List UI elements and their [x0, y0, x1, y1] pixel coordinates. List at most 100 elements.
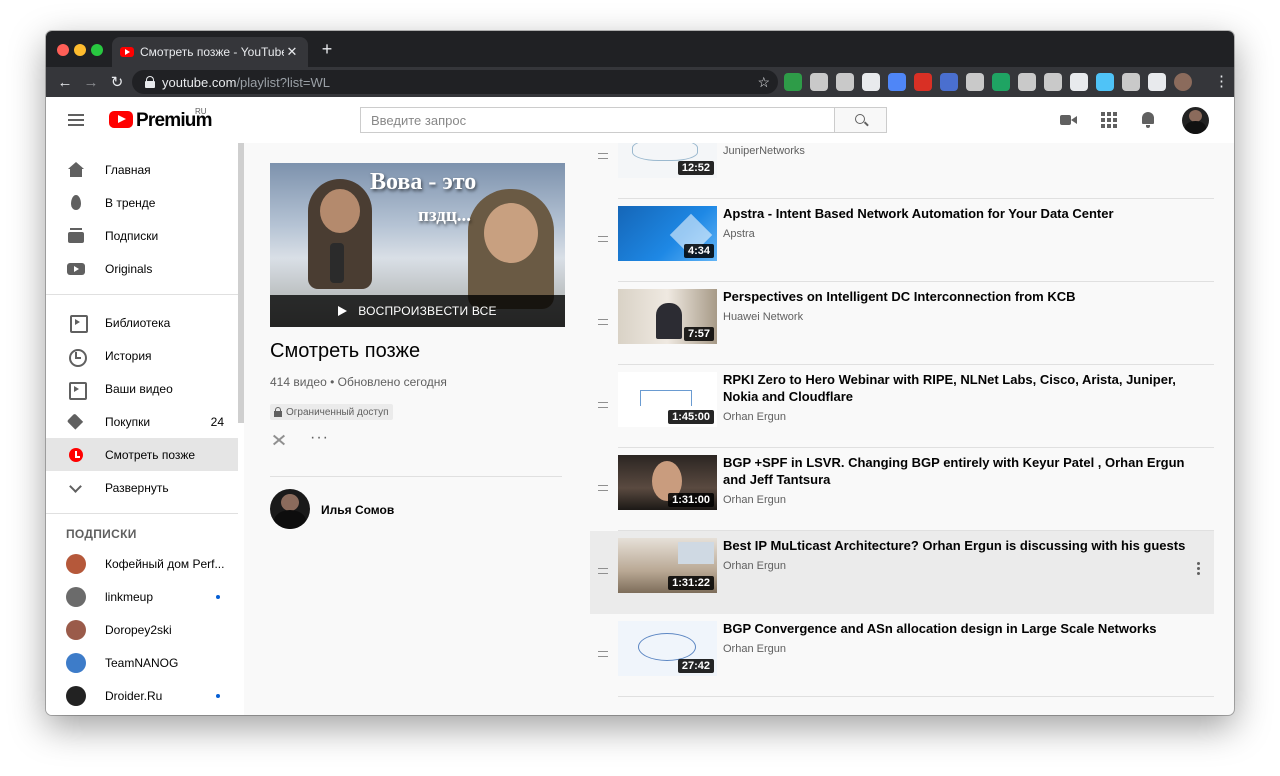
more-options-icon[interactable]: ···: [310, 429, 329, 447]
new-tab-button[interactable]: +: [318, 40, 336, 58]
privacy-label: Ограниченный доступ: [286, 406, 389, 418]
video-thumbnail[interactable]: 27:42: [618, 621, 717, 676]
youtube-logo-icon[interactable]: [109, 111, 133, 128]
video-title[interactable]: Apstra - Intent Based Network Automation…: [723, 206, 1193, 223]
search-button[interactable]: [834, 107, 887, 133]
close-tab-icon[interactable]: ✕: [284, 44, 300, 60]
sidebar-item-home[interactable]: Главная: [46, 153, 238, 186]
extension-icon[interactable]: [1070, 73, 1088, 91]
video-channel[interactable]: Apstra: [723, 228, 755, 240]
video-title[interactable]: Best IP MuLticast Architecture? Orhan Er…: [723, 538, 1193, 555]
subscription-item[interactable]: Droider.Ru: [46, 679, 238, 712]
owner-name[interactable]: Илья Сомов: [321, 503, 394, 517]
divider: [270, 476, 562, 477]
extension-icon[interactable]: [940, 73, 958, 91]
account-avatar[interactable]: [1182, 107, 1209, 134]
video-channel[interactable]: Orhan Ergun: [723, 411, 786, 423]
subscriptions-icon: [67, 227, 85, 245]
extension-icon[interactable]: [1018, 73, 1036, 91]
sidebar-item-tag[interactable]: Покупки 24: [46, 405, 238, 438]
video-title[interactable]: BGP +SPF in LSVR. Changing BGP entirely …: [723, 455, 1193, 488]
video-title[interactable]: RPKI Zero to Hero Webinar with RIPE, NLN…: [723, 372, 1193, 405]
video-thumbnail[interactable]: 1:31:22: [618, 538, 717, 593]
sidebar-item-history[interactable]: История: [46, 339, 238, 372]
extension-icon[interactable]: [1174, 73, 1192, 91]
video-channel[interactable]: JuniperNetworks: [723, 145, 805, 157]
extension-icon[interactable]: [784, 73, 802, 91]
minimize-window-button[interactable]: [74, 44, 86, 56]
extension-icon[interactable]: [1122, 73, 1140, 91]
browser-tab[interactable]: Смотреть позже - YouTube ✕: [112, 37, 308, 67]
close-window-button[interactable]: [57, 44, 69, 56]
playlist-video-row[interactable]: 1:31:22 Best IP MuLticast Architecture? O…: [590, 531, 1214, 614]
sidebar-item-originals[interactable]: Originals: [46, 252, 238, 285]
playlist-video-row[interactable]: 7:57 Perspectives on Intelligent DC Inter…: [590, 282, 1214, 365]
extension-icon[interactable]: [966, 73, 984, 91]
extension-icon[interactable]: [888, 73, 906, 91]
video-channel[interactable]: Huawei Network: [723, 311, 803, 323]
video-title[interactable]: Perspectives on Intelligent DC Interconn…: [723, 289, 1193, 306]
apps-grid-icon[interactable]: [1100, 111, 1118, 129]
reload-button[interactable]: ↻: [104, 73, 130, 91]
subscription-item[interactable]: Doropey2ski: [46, 613, 238, 646]
subscription-item[interactable]: linkmeup: [46, 580, 238, 613]
extension-icon[interactable]: [810, 73, 828, 91]
sidebar-item-label: Развернуть: [105, 480, 169, 495]
extension-icon[interactable]: [1096, 73, 1114, 91]
shuffle-icon[interactable]: [270, 431, 288, 449]
video-thumbnail[interactable]: 1:31:00: [618, 455, 717, 510]
playlist-video-row[interactable]: 1:31:00 BGP +SPF in LSVR. Changing BGP en…: [590, 448, 1214, 531]
drag-handle-icon[interactable]: [598, 402, 608, 408]
owner-avatar[interactable]: [270, 489, 310, 529]
extension-icon[interactable]: [992, 73, 1010, 91]
extension-icon[interactable]: [1044, 73, 1062, 91]
search-icon: [855, 114, 865, 124]
video-thumbnail[interactable]: 7:57: [618, 289, 717, 344]
playlist-video-row[interactable]: 12:52Juniper Cloud-Native Routing – Opti…: [590, 143, 1214, 199]
video-menu-icon[interactable]: [1195, 561, 1201, 577]
address-bar[interactable]: youtube.com /playlist?list=WL ☆: [132, 70, 778, 94]
playlist-video-row[interactable]: 27:42 BGP Convergence and ASn allocation …: [590, 614, 1214, 697]
extension-icon[interactable]: [1148, 73, 1166, 91]
drag-handle-icon[interactable]: [598, 153, 608, 159]
notifications-bell-icon[interactable]: [1139, 111, 1157, 129]
video-channel[interactable]: Orhan Ergun: [723, 643, 786, 655]
playlist-thumbnail[interactable]: Вова - это пздц... ВОСПРОИЗВЕСТИ ВСЕ: [270, 163, 565, 327]
subscription-item[interactable]: Кофейный дом Perf...: [46, 547, 238, 580]
drag-handle-icon[interactable]: [598, 236, 608, 242]
forward-button[interactable]: →: [78, 74, 104, 91]
video-title[interactable]: BGP Convergence and ASn allocation desig…: [723, 621, 1193, 638]
video-thumbnail[interactable]: 4:34: [618, 206, 717, 261]
extension-icon[interactable]: [914, 73, 932, 91]
menu-icon[interactable]: [68, 114, 84, 126]
drag-handle-icon[interactable]: [598, 485, 608, 491]
playlist-video-row[interactable]: 4:34 Apstra - Intent Based Network Automa…: [590, 199, 1214, 282]
home-icon: [67, 161, 85, 179]
search-input[interactable]: [360, 107, 836, 133]
sidebar-item-library[interactable]: Библиотека: [46, 306, 238, 339]
video-thumbnail[interactable]: 12:52: [618, 143, 717, 178]
back-button[interactable]: ←: [52, 74, 78, 91]
sidebar-item-flame[interactable]: В тренде: [46, 186, 238, 219]
drag-handle-icon[interactable]: [598, 651, 608, 657]
sidebar-item-chevron-down[interactable]: Развернуть: [46, 471, 238, 504]
url-host: youtube.com: [162, 74, 237, 90]
playlist-video-row[interactable]: 1:45:00 RPKI Zero to Hero Webinar with RI…: [590, 365, 1214, 448]
drag-handle-icon[interactable]: [598, 319, 608, 325]
video-channel[interactable]: Orhan Ergun: [723, 494, 786, 506]
play-all-button[interactable]: ВОСПРОИЗВЕСТИ ВСЕ: [270, 295, 565, 327]
library-icon: [67, 314, 88, 333]
sidebar-item-your-videos[interactable]: Ваши видео: [46, 372, 238, 405]
video-thumbnail[interactable]: 1:45:00: [618, 372, 717, 427]
maximize-window-button[interactable]: [91, 44, 103, 56]
subscription-item[interactable]: TeamNANOG: [46, 646, 238, 679]
create-video-icon[interactable]: [1060, 111, 1078, 129]
drag-handle-icon[interactable]: [598, 568, 608, 574]
extension-icon[interactable]: [836, 73, 854, 91]
video-channel[interactable]: Orhan Ergun: [723, 560, 786, 572]
extension-icon[interactable]: [862, 73, 880, 91]
bookmark-star-icon[interactable]: ☆: [757, 74, 770, 91]
sidebar-item-clock[interactable]: Смотреть позже: [46, 438, 238, 471]
browser-menu-icon[interactable]: ⋮: [1214, 73, 1229, 91]
sidebar-item-subscriptions[interactable]: Подписки: [46, 219, 238, 252]
